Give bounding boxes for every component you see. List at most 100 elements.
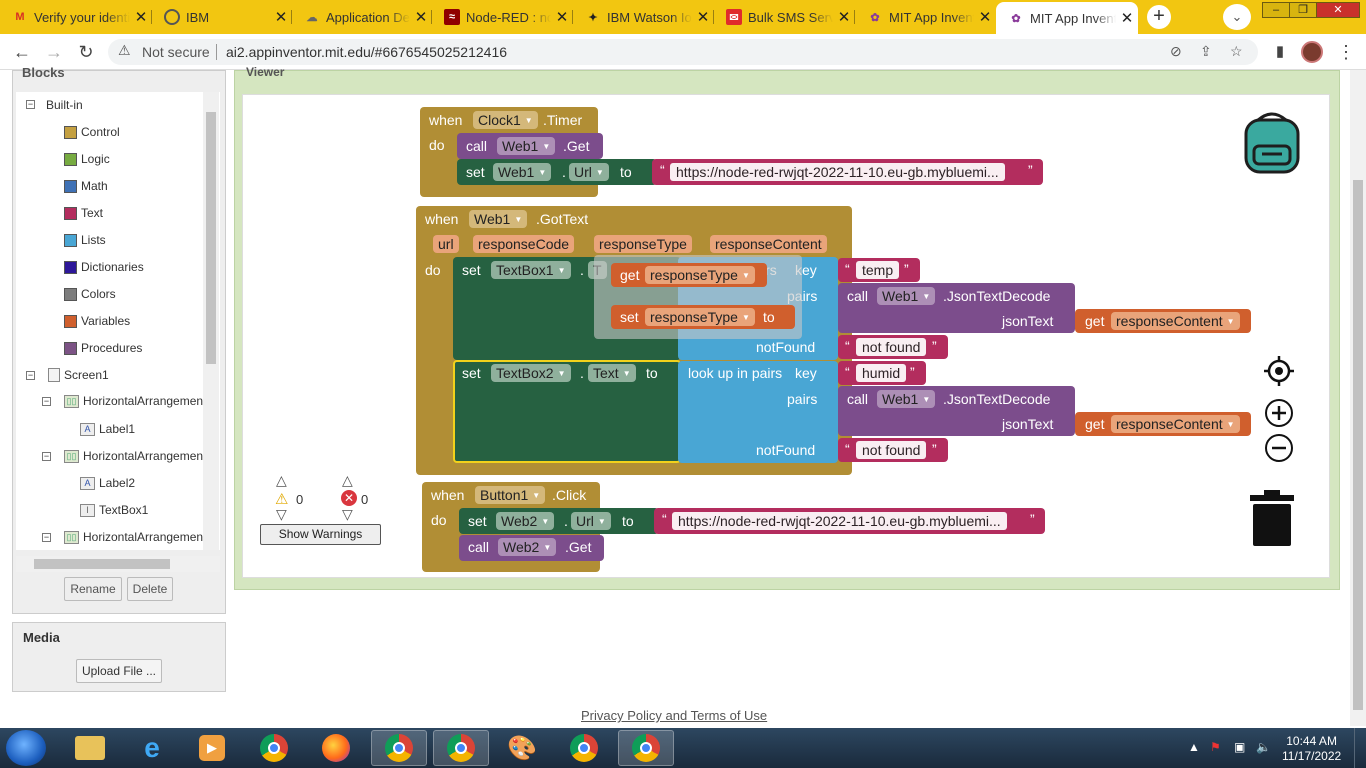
variable-dropdown[interactable]: responseContent ▼: [1111, 415, 1240, 433]
network-icon[interactable]: ▣: [1234, 740, 1245, 754]
chrome-window-icon[interactable]: [556, 730, 612, 766]
tree-item-screen1[interactable]: Screen1: [48, 368, 109, 382]
close-icon[interactable]: ✕: [551, 8, 573, 26]
tree-item-horizontalarrangement2[interactable]: ▯▯ HorizontalArrangement2: [64, 449, 213, 463]
chrome-window-icon[interactable]: [371, 730, 427, 766]
string-not-found[interactable]: not found: [856, 441, 927, 459]
address-bar[interactable]: ⚠ Not secure ai2.appinventor.mit.edu/#66…: [108, 39, 1258, 65]
media-player-icon[interactable]: ▶: [184, 730, 240, 766]
start-button[interactable]: [6, 730, 46, 766]
upload-file-button[interactable]: Upload File ...: [76, 659, 162, 683]
collapse-toggle[interactable]: −: [26, 100, 35, 109]
variable-dropdown[interactable]: responseContent ▼: [1111, 312, 1240, 330]
collapse-toggle[interactable]: −: [42, 533, 51, 542]
url-string[interactable]: https://node-red-rwjqt-2022-11-10.eu-gb.…: [672, 512, 1007, 530]
button-component-dropdown[interactable]: Button1 ▼: [475, 486, 546, 504]
privacy-link[interactable]: Privacy Policy and Terms of Use: [581, 708, 767, 723]
param-responsetype[interactable]: responseType: [594, 235, 692, 253]
param-url[interactable]: url: [433, 235, 459, 253]
error-up-arrow-icon[interactable]: △: [342, 472, 353, 489]
star-icon[interactable]: ☆: [1230, 43, 1243, 60]
tree-vertical-scrollbar[interactable]: [203, 92, 219, 550]
block-category-text[interactable]: Text: [64, 206, 103, 220]
chrome-icon[interactable]: [246, 730, 302, 766]
reload-icon[interactable]: ↻: [74, 40, 98, 64]
close-icon[interactable]: ✕: [130, 8, 152, 26]
close-icon[interactable]: ✕: [974, 8, 996, 26]
page-scrollbar[interactable]: [1350, 70, 1366, 726]
textbox-component-dropdown[interactable]: TextBox1 ▼: [491, 261, 571, 279]
block-category-variables[interactable]: Variables: [64, 314, 130, 328]
scroll-thumb[interactable]: [1353, 180, 1363, 710]
warning-icon[interactable]: ⚠: [118, 42, 131, 59]
property-dropdown[interactable]: Text ▼: [588, 364, 636, 382]
tracking-icon[interactable]: ⊘: [1170, 43, 1182, 60]
web-component-dropdown[interactable]: Web1 ▼: [469, 210, 528, 228]
back-icon[interactable]: ←: [10, 40, 34, 64]
show-warnings-button[interactable]: Show Warnings: [260, 524, 381, 545]
firefox-icon[interactable]: [308, 730, 364, 766]
block-category-dictionaries[interactable]: Dictionaries: [64, 260, 144, 274]
tree-item-textbox1[interactable]: I TextBox1: [80, 503, 148, 517]
tree-item-horizontalarrangement1[interactable]: ▯▯ HorizontalArrangement1: [64, 394, 213, 408]
tab-appdev[interactable]: ☁ Application Development ✕: [292, 2, 432, 32]
backpack-icon[interactable]: [1240, 112, 1304, 174]
maximize-button[interactable]: ❐: [1289, 2, 1317, 18]
share-icon[interactable]: ⇪: [1200, 43, 1212, 60]
variable-dropdown[interactable]: responseType ▼: [645, 308, 755, 326]
collapse-toggle[interactable]: −: [42, 397, 51, 406]
minimize-button[interactable]: –: [1262, 2, 1290, 18]
close-icon[interactable]: ✕: [1116, 9, 1138, 27]
param-responsecode[interactable]: responseCode: [473, 235, 575, 253]
close-icon[interactable]: ✕: [692, 8, 714, 26]
web-component-dropdown[interactable]: Web2 ▼: [496, 512, 555, 530]
show-desktop-button[interactable]: [1354, 728, 1366, 768]
warning-up-arrow-icon[interactable]: △: [276, 472, 287, 489]
close-icon[interactable]: ✕: [410, 8, 432, 26]
error-down-arrow-icon[interactable]: ▽: [342, 506, 353, 523]
web-component-dropdown[interactable]: Web2 ▼: [498, 538, 557, 556]
avatar[interactable]: [1301, 41, 1323, 63]
internet-explorer-icon[interactable]: e: [124, 730, 180, 766]
file-explorer-icon[interactable]: [62, 730, 118, 766]
tab-search-icon[interactable]: ⌄: [1223, 4, 1251, 30]
forward-icon[interactable]: →: [42, 40, 66, 64]
block-category-control[interactable]: Control: [64, 125, 120, 139]
property-dropdown[interactable]: Url ▼: [569, 163, 609, 181]
warning-down-arrow-icon[interactable]: ▽: [276, 506, 287, 523]
block-category-logic[interactable]: Logic: [64, 152, 110, 166]
tab-appinventor-active[interactable]: ✿ MIT App Inventor ✕: [996, 2, 1138, 34]
tab-ibm[interactable]: IBM ✕: [152, 2, 292, 32]
zoom-out-icon[interactable]: [1264, 433, 1294, 463]
zoom-in-icon[interactable]: [1264, 398, 1294, 428]
block-category-colors[interactable]: Colors: [64, 287, 116, 301]
show-hidden-icons-icon[interactable]: ▲: [1188, 740, 1200, 754]
chrome-window-icon[interactable]: [618, 730, 674, 766]
textbox-component-dropdown[interactable]: TextBox2 ▼: [491, 364, 571, 382]
url-string[interactable]: https://node-red-rwjqt-2022-11-10.eu-gb.…: [670, 163, 1005, 181]
tab-appinventor-1[interactable]: ✿ MIT App Inventor ✕: [855, 2, 996, 32]
trash-icon[interactable]: [1250, 490, 1294, 546]
scroll-thumb[interactable]: [34, 559, 170, 569]
tree-item-horizontalarrangement3[interactable]: ▯▯ HorizontalArrangement3: [64, 530, 213, 544]
web-component-dropdown[interactable]: Web1 ▼: [877, 287, 936, 305]
close-icon[interactable]: ✕: [270, 8, 292, 26]
collapse-toggle[interactable]: −: [42, 452, 51, 461]
clock-component-dropdown[interactable]: Clock1 ▼: [473, 111, 538, 129]
delete-button[interactable]: Delete: [127, 577, 173, 601]
tree-item-builtin[interactable]: Built-in: [46, 98, 83, 112]
block-category-lists[interactable]: Lists: [64, 233, 106, 247]
paint-icon[interactable]: 🎨: [494, 730, 550, 766]
web-component-dropdown[interactable]: Web1 ▼: [497, 137, 556, 155]
tree-item-label2[interactable]: A Label2: [80, 476, 135, 490]
collapse-toggle[interactable]: −: [26, 371, 35, 380]
flag-icon[interactable]: ⚑: [1210, 740, 1221, 754]
url-text[interactable]: ai2.appinventor.mit.edu/#667654502521241…: [226, 44, 507, 60]
close-icon[interactable]: ✕: [833, 8, 855, 26]
scroll-thumb[interactable]: [206, 112, 216, 364]
system-clock[interactable]: 10:44 AM 11/17/2022: [1282, 734, 1341, 764]
string-humid[interactable]: humid: [856, 364, 907, 382]
rename-button[interactable]: Rename: [64, 577, 122, 601]
volume-icon[interactable]: 🔈: [1256, 740, 1271, 754]
string-temp[interactable]: temp: [856, 261, 900, 279]
